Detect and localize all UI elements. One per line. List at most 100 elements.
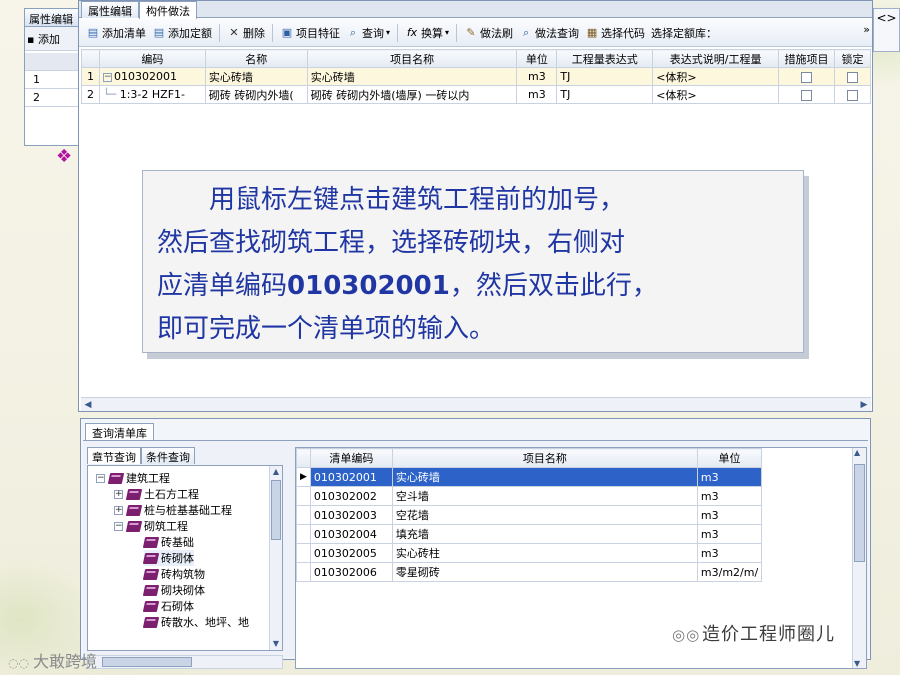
list-name-cell[interactable]: 实心砖柱 <box>391 543 698 563</box>
background-tab[interactable]: 属性编辑 <box>25 9 85 27</box>
list-unit-cell[interactable]: m3 <box>696 543 763 563</box>
list-code-cell[interactable]: 010302001 <box>309 467 393 487</box>
list-name-cell[interactable]: 实心砖墙 <box>391 467 698 487</box>
column-header[interactable]: 表达式说明/工程量 <box>652 49 780 68</box>
tree-item-brick-masonry[interactable]: 砖砌体 <box>142 550 194 566</box>
tab-property-edit[interactable]: 属性编辑 <box>81 1 139 18</box>
measure-item-checkbox-cell[interactable] <box>778 67 835 86</box>
side-panel-toggle[interactable]: <> <box>873 8 900 52</box>
list-code-cell[interactable]: 010302004 <box>309 524 393 544</box>
scroll-thumb[interactable] <box>271 480 281 540</box>
measure-item-checkbox[interactable] <box>801 89 812 101</box>
table-row[interactable]: 1 −010302001 实心砖墙 实心砖墙 m3 TJ <体积> <box>81 67 872 86</box>
project-name-cell[interactable]: 砌砖 砖砌内外墙(墙厚) 一砖以内 <box>306 85 518 104</box>
table-row[interactable]: 2 └─ 1:3-2 HZF1- 砌砖 砖砌内外墙( 砌砖 砖砌内外墙(墙厚) … <box>81 85 872 104</box>
expression-desc-cell[interactable]: <体积> <box>652 85 780 104</box>
tree-item-block-masonry[interactable]: 砌块砌体 <box>142 582 205 598</box>
row-number[interactable]: 1 <box>81 67 100 86</box>
tab-chapter-query[interactable]: 章节查询 <box>87 447 141 464</box>
list-code-cell[interactable]: 010302002 <box>309 486 393 506</box>
lock-checkbox[interactable] <box>846 71 858 83</box>
add-quota-button[interactable]: ▤ 添加定额 <box>149 22 215 44</box>
column-header[interactable]: 单位 <box>696 448 763 468</box>
query-dropdown[interactable]: ⌕ 查询 ▾ <box>343 22 393 44</box>
lock-checkbox-cell[interactable] <box>833 67 872 86</box>
tab-component-method[interactable]: 构件做法 <box>139 1 197 19</box>
scroll-thumb[interactable] <box>854 464 865 562</box>
list-unit-cell[interactable]: m3 <box>696 524 763 544</box>
collapse-icon[interactable]: − <box>96 473 105 483</box>
scroll-down-icon[interactable]: ▼ <box>854 659 860 668</box>
list-unit-cell[interactable]: m3 <box>696 505 763 525</box>
collapse-icon[interactable]: − <box>102 72 112 82</box>
tab-condition-query[interactable]: 条件查询 <box>141 447 195 464</box>
measure-item-checkbox-cell[interactable] <box>778 85 835 104</box>
horizontal-scrollbar[interactable]: ◀ ▶ <box>81 397 871 411</box>
list-vertical-scrollbar[interactable]: ▲ ▼ <box>852 448 866 668</box>
background-row-number[interactable]: 2 <box>25 89 85 107</box>
item-feature-button[interactable]: ▣ 项目特征 <box>277 22 343 44</box>
column-header[interactable]: 项目名称 <box>391 448 698 468</box>
lock-checkbox[interactable] <box>846 89 858 101</box>
list-code-cell[interactable]: 010302003 <box>309 505 393 525</box>
unit-cell[interactable]: m3 <box>516 85 558 104</box>
method-brush-button[interactable]: ✎ 做法刷 <box>461 22 516 44</box>
tree-vertical-scrollbar[interactable]: ▲ ▼ <box>269 466 282 650</box>
column-header[interactable]: 锁定 <box>833 49 872 68</box>
row-number[interactable]: 2 <box>81 85 100 104</box>
table-row[interactable]: 010302005 实心砖柱 m3 <box>296 543 763 563</box>
expand-icon[interactable]: + <box>114 505 123 515</box>
add-icon[interactable]: ▪ <box>27 33 34 46</box>
list-name-cell[interactable]: 填充墙 <box>391 524 698 544</box>
tree-item-earthwork[interactable]: + 土石方工程 <box>114 486 199 502</box>
background-row-number[interactable]: 1 <box>25 71 85 89</box>
table-row[interactable]: 010302003 空花墙 m3 <box>296 505 763 525</box>
tree-item-stone-masonry[interactable]: 石砌体 <box>142 598 194 614</box>
unit-cell[interactable]: m3 <box>516 67 558 86</box>
toolbar-overflow-button[interactable]: » <box>863 23 870 36</box>
list-name-cell[interactable]: 零星砌砖 <box>391 562 698 582</box>
column-header[interactable]: 措施项目 <box>778 49 835 68</box>
tree-item-masonry[interactable]: − 砌筑工程 <box>114 518 188 534</box>
tree-item-brick-apron[interactable]: 砖散水、地坪、地 <box>142 614 249 630</box>
column-header[interactable]: 单位 <box>516 49 558 68</box>
list-unit-cell[interactable]: m3/m2/m/ <box>696 562 763 582</box>
delete-button[interactable]: ✕ 删除 <box>224 22 268 44</box>
table-row[interactable]: ▶ 010302001 实心砖墙 m3 <box>296 467 763 487</box>
tree-item-brick-structure[interactable]: 砖构筑物 <box>142 566 205 582</box>
tree-item-pile-foundation[interactable]: + 桩与桩基基础工程 <box>114 502 232 518</box>
scroll-up-icon[interactable]: ▲ <box>270 466 282 478</box>
code-cell[interactable]: −010302001 <box>98 67 206 86</box>
column-header[interactable]: 清单编码 <box>309 448 393 468</box>
tree-item-brick-foundation[interactable]: 砖基础 <box>142 534 194 550</box>
lock-checkbox-cell[interactable] <box>833 85 872 104</box>
tree-horizontal-scrollbar[interactable] <box>87 655 283 669</box>
scroll-up-icon[interactable]: ▲ <box>854 448 860 457</box>
expression-cell[interactable]: TJ <box>556 85 654 104</box>
select-code-button[interactable]: ▦ 选择代码 <box>582 22 648 44</box>
collapse-icon[interactable]: − <box>114 521 123 531</box>
column-header[interactable]: 编码 <box>98 49 206 68</box>
scroll-right-icon[interactable]: ▶ <box>857 398 871 412</box>
name-cell[interactable]: 砌砖 砖砌内外墙( <box>204 85 308 104</box>
column-header[interactable]: 项目名称 <box>306 49 518 68</box>
list-code-cell[interactable]: 010302005 <box>309 543 393 563</box>
convert-dropdown[interactable]: fx 换算 ▾ <box>402 22 452 44</box>
measure-item-checkbox[interactable] <box>801 71 812 83</box>
background-add-button[interactable]: 添加 <box>38 33 60 46</box>
list-code-cell[interactable]: 010302006 <box>309 562 393 582</box>
column-header[interactable]: 工程量表达式 <box>556 49 654 68</box>
list-unit-cell[interactable]: m3 <box>696 486 763 506</box>
add-list-button[interactable]: ▤ 添加清单 <box>83 22 149 44</box>
table-row[interactable]: 010302006 零星砌砖 m3/m2/m/ <box>296 562 763 582</box>
scroll-thumb[interactable] <box>102 657 192 667</box>
scroll-down-icon[interactable]: ▼ <box>270 638 282 650</box>
table-row[interactable]: 010302004 填充墙 m3 <box>296 524 763 544</box>
list-name-cell[interactable]: 空花墙 <box>391 505 698 525</box>
expand-icon[interactable]: + <box>114 489 123 499</box>
table-row[interactable]: 010302002 空斗墙 m3 <box>296 486 763 506</box>
code-cell[interactable]: └─ 1:3-2 HZF1- <box>98 85 206 104</box>
list-name-cell[interactable]: 空斗墙 <box>391 486 698 506</box>
name-cell[interactable]: 实心砖墙 <box>204 67 308 86</box>
project-name-cell[interactable]: 实心砖墙 <box>306 67 518 86</box>
